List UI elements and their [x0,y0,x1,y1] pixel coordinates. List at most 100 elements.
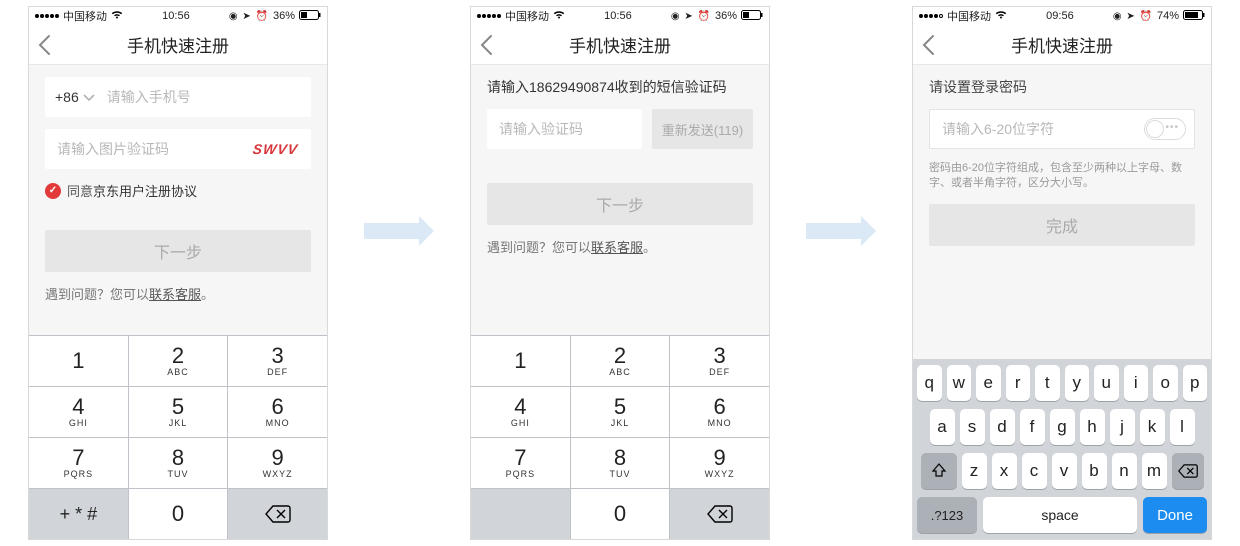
keyboard-key-d[interactable]: d [990,409,1015,445]
keyboard-key-c[interactable]: c [1022,453,1047,489]
carrier-label: 中国移动 [947,8,991,24]
next-button[interactable]: 下一步 [45,230,311,272]
keypad-key-0[interactable]: 0 [129,489,229,539]
captcha-image[interactable]: SWVV [248,138,302,160]
password-input[interactable] [940,120,1144,138]
keyboard-key-q[interactable]: q [917,365,942,401]
keyboard-key-r[interactable]: r [1006,365,1031,401]
keyboard-key-k[interactable]: k [1140,409,1165,445]
backspace-icon [1178,464,1198,478]
clock-label: 10:56 [162,10,190,22]
password-field[interactable]: ••• [929,109,1195,149]
keypad-key-0[interactable]: 0 [571,489,671,539]
keypad-key-delete[interactable] [228,489,327,539]
keyboard-key-u[interactable]: u [1094,365,1119,401]
keyboard-key-b[interactable]: b [1082,453,1107,489]
keypad-key-2[interactable]: 2ABC [129,336,229,386]
keyboard-mode-key[interactable]: .?123 [917,497,977,533]
battery-icon [1183,10,1205,23]
keyboard-key-j[interactable]: j [1110,409,1135,445]
keyboard-key-e[interactable]: e [976,365,1001,401]
keypad-key-3[interactable]: 3DEF [228,336,327,386]
keyboard-key-h[interactable]: h [1080,409,1105,445]
resend-button[interactable]: 重新发送(119) [652,109,753,149]
keyboard-key-t[interactable]: t [1035,365,1060,401]
keyboard-key-s[interactable]: s [960,409,985,445]
clock-label: 10:56 [604,10,632,22]
wifi-icon [995,10,1007,22]
keypad-key-8[interactable]: 8TUV [129,438,229,488]
captcha-input[interactable] [55,129,240,169]
keypad-key-7[interactable]: 7PQRS [29,438,129,488]
keypad-key-3[interactable]: 3DEF [670,336,769,386]
keyboard-key-y[interactable]: y [1065,365,1090,401]
keyboard-key-g[interactable]: g [1050,409,1075,445]
keyboard-key-i[interactable]: i [1124,365,1149,401]
shift-icon [931,463,947,479]
numeric-keypad: 1 2ABC 3DEF 4GHI 5JKL 6MNO 7PQRS 8TUV 9W… [471,335,769,539]
help-link[interactable]: 联系客服 [149,287,201,302]
keyboard-done-key[interactable]: Done [1143,497,1207,533]
keyboard-key-x[interactable]: x [992,453,1017,489]
nav-bar: 手机快速注册 [913,25,1211,65]
keypad-key-5[interactable]: 5JKL [571,387,671,437]
keypad-key-delete[interactable] [670,489,769,539]
agree-link[interactable]: 京东用户注册协议 [93,184,197,199]
keypad-key-4[interactable]: 4GHI [29,387,129,437]
form-step3: 请设置登录密码 ••• 密码由6-20位字符组成，包含至少两种以上字母、数字、或… [913,65,1211,359]
qwerty-keyboard: qwertyuiop asdfghjkl zxcvbnm .?123 space… [913,359,1211,539]
back-button[interactable] [479,25,493,64]
backspace-icon [265,505,291,523]
flow-arrow-icon [364,216,434,246]
keypad-key-6[interactable]: 6MNO [228,387,327,437]
keypad-key-2[interactable]: 2ABC [571,336,671,386]
keypad-key-1[interactable]: 1 [471,336,571,386]
phone-screen-step2: 中国移动 10:56 ◉ ➤ ⏰ 36% 手机快速注册 请输入186294908… [470,6,770,540]
keypad-key-4[interactable]: 4GHI [471,387,571,437]
keyboard-key-w[interactable]: w [947,365,972,401]
status-bar: 中国移动 10:56 ◉ ➤ ⏰ 36% [471,7,769,25]
backspace-icon [707,505,733,523]
keyboard-key-o[interactable]: o [1153,365,1178,401]
keyboard-key-a[interactable]: a [930,409,955,445]
keyboard-space-key[interactable]: space [983,497,1137,533]
keypad-key-6[interactable]: 6MNO [670,387,769,437]
password-visibility-toggle[interactable]: ••• [1144,118,1186,140]
agree-checkbox-checked-icon[interactable]: ✓ [45,183,61,199]
country-code-picker[interactable]: +86 [55,89,95,105]
keypad-key-9[interactable]: 9WXYZ [670,438,769,488]
keyboard-key-l[interactable]: l [1170,409,1195,445]
keypad-key-5[interactable]: 5JKL [129,387,229,437]
keypad-key-8[interactable]: 8TUV [571,438,671,488]
next-button[interactable]: 下一步 [487,183,753,225]
phone-input[interactable] [105,77,301,117]
phone-field[interactable]: +86 [45,77,311,117]
keyboard-key-p[interactable]: p [1183,365,1208,401]
back-button[interactable] [921,25,935,64]
captcha-field[interactable]: SWVV [45,129,311,169]
agree-row[interactable]: ✓ 同意京东用户注册协议 [45,181,311,200]
finish-button[interactable]: 完成 [929,204,1195,246]
qwerty-row-1: qwertyuiop [917,365,1207,401]
keypad-key-blank [471,489,571,539]
sms-code-field[interactable] [487,109,642,149]
keypad-key-7[interactable]: 7PQRS [471,438,571,488]
back-button[interactable] [37,25,51,64]
status-icons: ◉ ➤ ⏰ [671,11,711,22]
password-label: 请设置登录密码 [929,77,1195,97]
keypad-key-1[interactable]: 1 [29,336,129,386]
keyboard-key-f[interactable]: f [1020,409,1045,445]
keyboard-shift-key[interactable] [921,453,957,489]
nav-bar: 手机快速注册 [471,25,769,65]
keypad-key-symbols[interactable]: + * # [29,489,129,539]
help-link[interactable]: 联系客服 [591,240,643,255]
page-title: 手机快速注册 [569,32,671,57]
keypad-key-9[interactable]: 9WXYZ [228,438,327,488]
carrier-label: 中国移动 [505,8,549,24]
keyboard-delete-key[interactable] [1172,453,1204,489]
keyboard-key-m[interactable]: m [1142,453,1167,489]
battery-icon [299,10,321,23]
keyboard-key-v[interactable]: v [1052,453,1077,489]
keyboard-key-n[interactable]: n [1112,453,1137,489]
keyboard-key-z[interactable]: z [962,453,987,489]
